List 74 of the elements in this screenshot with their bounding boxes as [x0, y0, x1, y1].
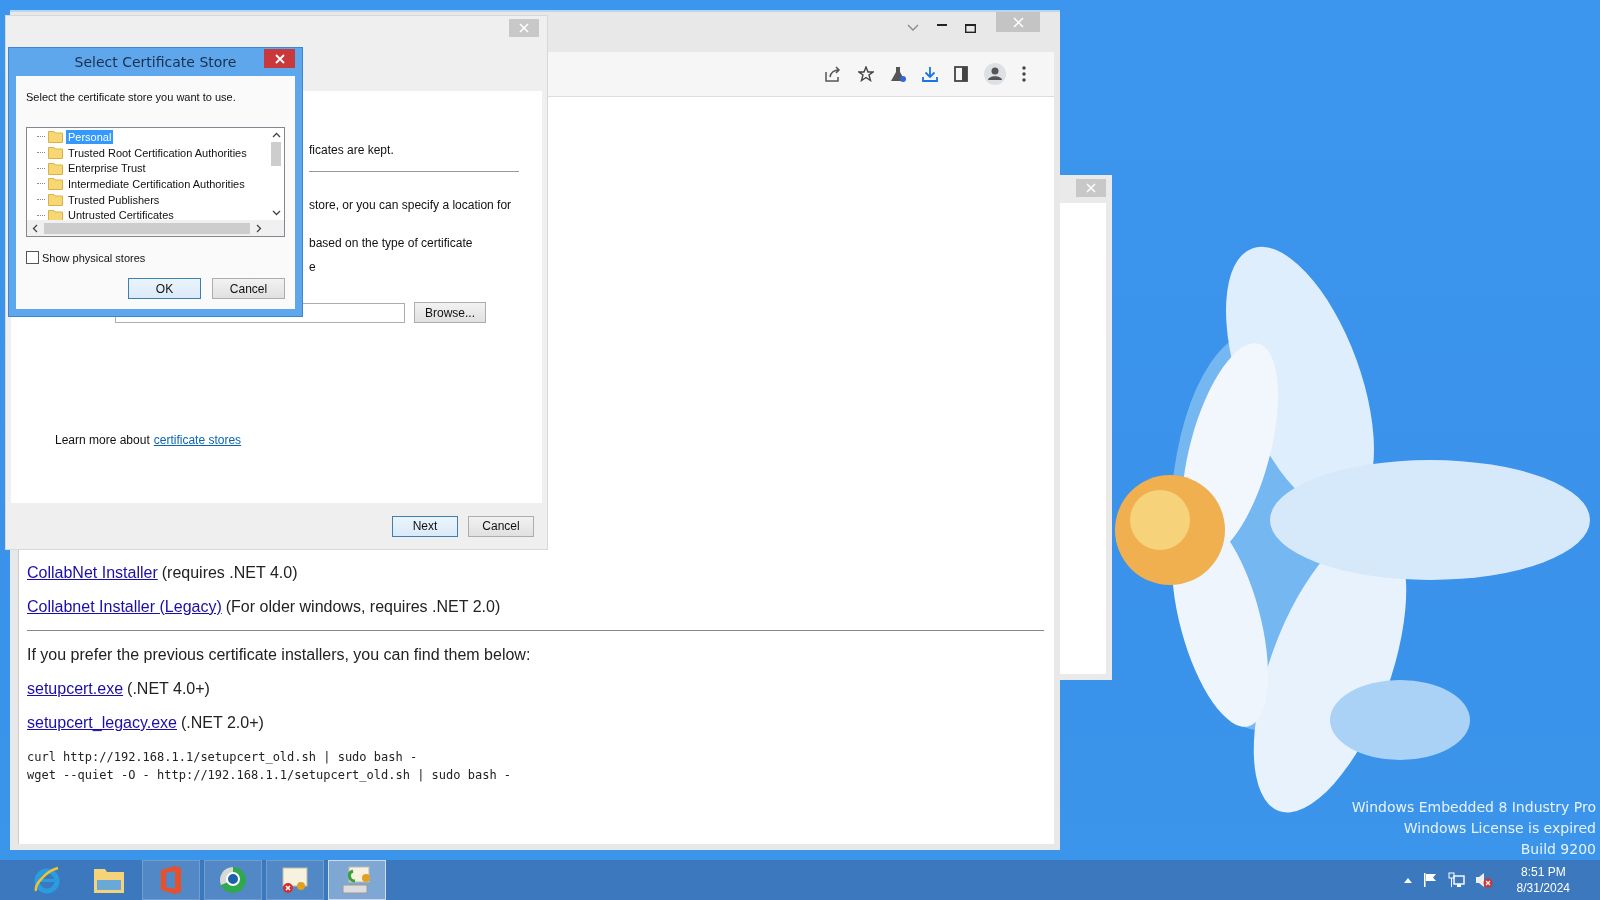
- instruction-text: store, or you can specify a location for: [309, 198, 513, 212]
- certificate-stores-link[interactable]: certificate stores: [153, 433, 242, 447]
- cancel-button[interactable]: Cancel: [468, 515, 534, 537]
- folder-icon: [48, 177, 63, 191]
- taskbar-app[interactable]: [204, 860, 262, 900]
- tree-item[interactable]: Trusted Root Certification Authorities: [66, 145, 249, 160]
- share-icon[interactable]: [824, 66, 842, 82]
- certificate-install-icon: [341, 865, 373, 895]
- next-button[interactable]: Next: [392, 515, 458, 537]
- close-button[interactable]: [264, 49, 295, 68]
- horizontal-scrollbar[interactable]: [27, 220, 284, 236]
- certificate-error-icon: [280, 865, 310, 895]
- tree-item[interactable]: Enterprise Trust: [66, 161, 148, 176]
- side-panel-icon[interactable]: [954, 66, 968, 82]
- download-link[interactable]: setupcert.exe: [27, 680, 124, 697]
- taskbar-app[interactable]: [266, 860, 324, 900]
- instruction-text: ficates are kept.: [309, 143, 395, 157]
- checkbox[interactable]: [26, 251, 39, 264]
- link-note: (requires .NET 4.0): [161, 564, 298, 581]
- license-notice: Windows Embedded 8 Industry Pro: [1351, 798, 1596, 817]
- scroll-down-icon[interactable]: [271, 210, 281, 216]
- folder-icon: [48, 161, 63, 175]
- tree-item[interactable]: Untrusted Certificates: [66, 208, 176, 220]
- folder-icon: [93, 866, 125, 894]
- office-icon: [159, 865, 183, 895]
- browser-icon: [32, 865, 62, 895]
- folder-icon: [48, 146, 63, 160]
- star-icon[interactable]: [858, 66, 874, 82]
- link-note: (.NET 4.0+): [127, 680, 210, 697]
- scroll-up-icon[interactable]: [271, 132, 281, 138]
- ok-button[interactable]: OK: [128, 278, 201, 299]
- folder-icon: [48, 130, 63, 144]
- close-icon: [1086, 183, 1096, 193]
- link-note: (For older windows, requires .NET 2.0): [225, 598, 501, 615]
- muted-speaker-icon[interactable]: [1474, 872, 1493, 888]
- dialog-title: Select Certificate Store: [74, 54, 237, 70]
- profile-icon[interactable]: [984, 63, 1006, 85]
- scroll-thumb[interactable]: [44, 222, 250, 234]
- download-link[interactable]: Collabnet Installer (Legacy): [27, 598, 222, 615]
- code-line: wget --quiet -O - http://192.168.1.1/setupcert_old.sh | sudo bash -: [27, 767, 513, 784]
- link-note: (.NET 2.0+): [181, 714, 264, 731]
- tree-item[interactable]: Trusted Publishers: [66, 192, 162, 207]
- close-icon: [274, 53, 285, 64]
- scroll-left-icon[interactable]: [32, 223, 38, 233]
- chevron-icon[interactable]: [907, 24, 919, 32]
- license-notice: Build 9200: [1519, 840, 1596, 859]
- checkbox-label: Show physical stores: [42, 251, 146, 264]
- option-text: based on the type of certificate: [309, 236, 474, 250]
- code-line: curl http://192.168.1.1/setupcert_old.sh | sudo bash -: [27, 749, 419, 766]
- prompt-text: Select the certificate store you want to use.: [26, 91, 237, 103]
- cancel-button[interactable]: Cancel: [212, 278, 285, 299]
- flask-icon[interactable]: [890, 66, 906, 82]
- paragraph: If you prefer the previous certificate installers, you can find them below:: [27, 645, 532, 665]
- close-icon: [1012, 16, 1024, 28]
- download-link[interactable]: setupcert_legacy.exe: [27, 714, 177, 731]
- maximize-icon[interactable]: [965, 24, 976, 33]
- scroll-right-icon[interactable]: [256, 223, 262, 233]
- menu-icon[interactable]: [1022, 66, 1026, 82]
- scroll-thumb[interactable]: [271, 142, 281, 166]
- license-notice: Windows License is expired: [1402, 819, 1596, 838]
- clock[interactable]: 8:51 PM 8/31/2024: [1516, 864, 1570, 896]
- minimize-icon[interactable]: [937, 24, 947, 27]
- download-icon[interactable]: [922, 66, 938, 82]
- learn-more-text: Learn more about: [55, 433, 150, 447]
- globe-icon: [218, 865, 248, 895]
- tree-item[interactable]: Intermediate Certification Authorities: [66, 176, 247, 191]
- close-icon: [519, 23, 529, 33]
- download-link[interactable]: CollabNet Installer: [27, 564, 158, 581]
- show-hidden-icons[interactable]: [1403, 877, 1412, 883]
- network-icon[interactable]: [1447, 872, 1465, 888]
- browse-button[interactable]: Browse...: [414, 302, 486, 323]
- option-text: e: [309, 260, 317, 274]
- flag-icon[interactable]: [1421, 872, 1438, 888]
- folder-icon: [48, 193, 63, 207]
